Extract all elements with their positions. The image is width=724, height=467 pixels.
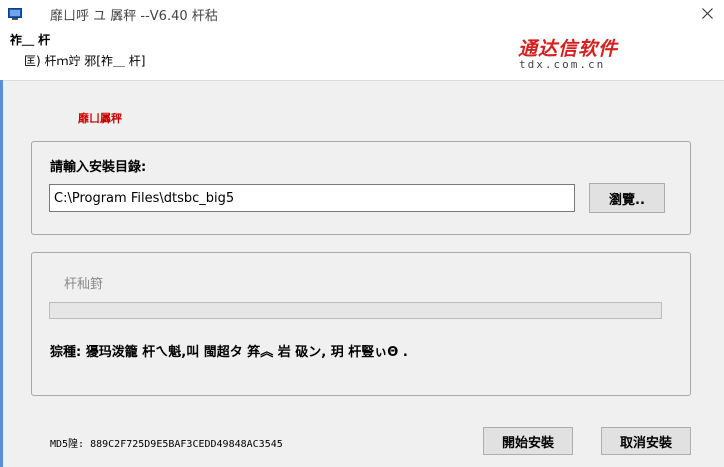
window-title: 靡ㄩ呼 ユ 羼秤 --V6.40 杆秙: [50, 9, 218, 24]
title-bar: 靡ㄩ呼 ユ 羼秤 --V6.40 杆秙: [0, 0, 724, 27]
close-button[interactable]: [690, 0, 724, 27]
logo-url: tdx.com.cn: [519, 58, 606, 71]
progress-bar: [49, 302, 662, 319]
header-banner: 祚＿ 杆 匡) 杆ｍ竚 邪[祚＿ 杆] 通达信软件 tdx.com.cn: [0, 27, 724, 81]
md5-hash: MD5隍: 889C2F725D9E5BAF3CEDD49848AC3545: [50, 439, 283, 450]
logo-text: 通达信软件: [518, 38, 619, 60]
install-button[interactable]: 開始安裝: [483, 427, 573, 455]
cancel-button[interactable]: 取消安裝: [601, 427, 691, 455]
installer-window: 靡ㄩ呼 ユ 羼秤 --V6.40 杆秙 祚＿ 杆 匡) 杆ｍ竚 邪[祚＿ 杆] …: [0, 0, 724, 467]
header-subtitle: 匡) 杆ｍ竚 邪[祚＿ 杆]: [24, 54, 146, 68]
progress-group: [31, 252, 691, 396]
header-title: 祚＿ 杆: [10, 33, 51, 47]
progress-label: 杆秈篈: [64, 277, 104, 292]
browse-button[interactable]: 瀏覽..: [589, 183, 665, 213]
install-dir-input[interactable]: [49, 184, 575, 212]
install-dir-label: 請輸入安裝目錄:: [50, 160, 147, 175]
close-icon: [701, 8, 713, 19]
tdx-logo: 通达信软件 tdx.com.cn: [518, 34, 630, 74]
status-message: 猔種: 獶玛泼籠 杆ㄟ魁,叫 閩超タ 笲︽ 岩 砐ン, 玥 杆豎ぃΘ .: [50, 345, 408, 360]
left-edge-strip: [0, 80, 3, 467]
section-title: 靡ㄩ羼秤: [78, 112, 122, 125]
app-icon: [8, 6, 22, 20]
